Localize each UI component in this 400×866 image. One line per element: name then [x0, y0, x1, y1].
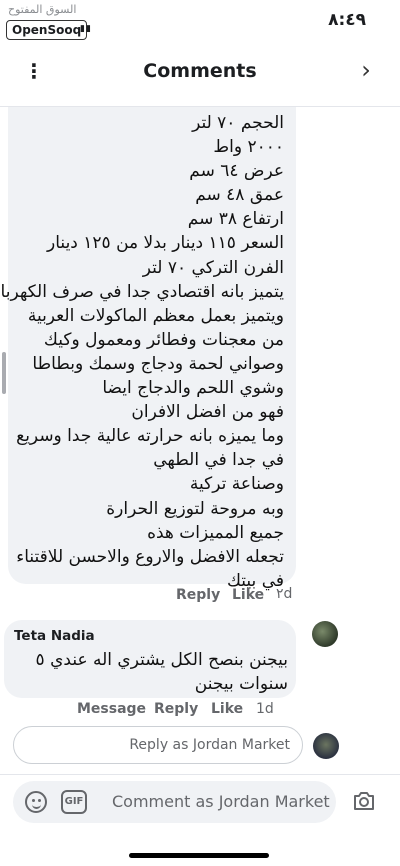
scrollbar[interactable] [2, 352, 6, 394]
like-button[interactable]: Like [211, 701, 243, 717]
home-indicator [129, 853, 269, 858]
reply-button[interactable]: Reply [176, 587, 220, 603]
comment-line: ارتفاع ٣٨ سم [187, 209, 284, 230]
comment-line: وما يميزه بانه حرارته عالية جدا وسريع [16, 426, 284, 447]
comment-placeholder: Comment as Jordan Market [112, 792, 330, 811]
comment-line: سنوات بيجنن [194, 674, 288, 694]
comment-line: السعر ١١٥ دينار بدلا من ١٢٥ دينار [47, 233, 284, 254]
reply-button[interactable]: Reply [154, 701, 198, 717]
comment-line: يتميز بانه اقتصادي جدا في صرف الكهربا [0, 281, 284, 302]
reply-input[interactable]: Reply as Jordan Market [13, 726, 303, 764]
avatar [313, 733, 339, 759]
comment-timestamp: 1d [256, 701, 274, 717]
comment-text: الحجم ٧٠ لتر ٢٠٠٠ واط عرض ٦٤ سم عمق ٤٨ س… [0, 111, 284, 593]
status-time: ٨:٤٩ [328, 10, 366, 30]
opensooq-watermark-arabic: السوق المفتوح [8, 3, 77, 16]
camera-icon[interactable] [352, 790, 376, 812]
avatar[interactable] [312, 621, 338, 647]
comment-author[interactable]: Teta Nadia [14, 628, 95, 644]
header-bar: ⋮ Comments › [0, 48, 400, 94]
comment-line: بيجنن بنصح الكل يشتري اله عندي ٥ [35, 650, 288, 670]
comment-line: عمق ٤٨ سم [195, 185, 284, 206]
comment-bubble: الحجم ٧٠ لتر ٢٠٠٠ واط عرض ٦٤ سم عمق ٤٨ س… [1, 106, 296, 591]
comment-line: وشوي اللحم والدجاج ايضا [102, 378, 284, 399]
reply-placeholder: Reply as Jordan Market [129, 737, 290, 753]
comment-line: ويتميز بعمل معظم الماكولات العربية [27, 305, 284, 326]
comment-line: وصواني لحمة ودجاج وسمك وبطاطا [32, 353, 284, 374]
comment-line: عرض ٦٤ سم [189, 161, 284, 182]
signal-icon: ▮▮ [80, 24, 92, 34]
page-title: Comments [143, 60, 257, 82]
comment-line: من معجنات وفطائر ومعمول وكيك [43, 329, 284, 350]
comment-line: في جدا في الطهي [153, 450, 284, 471]
comment-line: ٢٠٠٠ واط [213, 137, 284, 158]
comment-line: تجعله الافضل والاروع والاحسن للاقتناء [16, 546, 284, 567]
comment-line: وبه مروحة لتوزيع الحرارة [106, 498, 284, 519]
comment-line: جميع المميزات هذه [147, 522, 284, 543]
comment-line: فهو من افضل الافران [131, 402, 284, 423]
emoji-icon[interactable] [25, 791, 47, 813]
message-button[interactable]: Message [77, 701, 146, 717]
comment-line: الحجم ٧٠ لتر [192, 113, 284, 133]
comment-text: بيجنن بنصح الكل يشتري اله عندي ٥ سنوات ب… [12, 648, 288, 696]
header-divider [0, 106, 400, 107]
like-button[interactable]: Like [232, 587, 264, 603]
gif-icon[interactable]: GIF [61, 790, 87, 814]
comment-timestamp: ٢d [276, 586, 293, 602]
chevron-right-icon[interactable]: › [354, 56, 378, 84]
comment-line: الفرن التركي ٧٠ لتر [142, 257, 284, 278]
comment-line: وصناعة تركية [189, 474, 284, 495]
composer-divider [0, 774, 400, 775]
opensooq-watermark-logo: OpenSooq [6, 20, 88, 40]
